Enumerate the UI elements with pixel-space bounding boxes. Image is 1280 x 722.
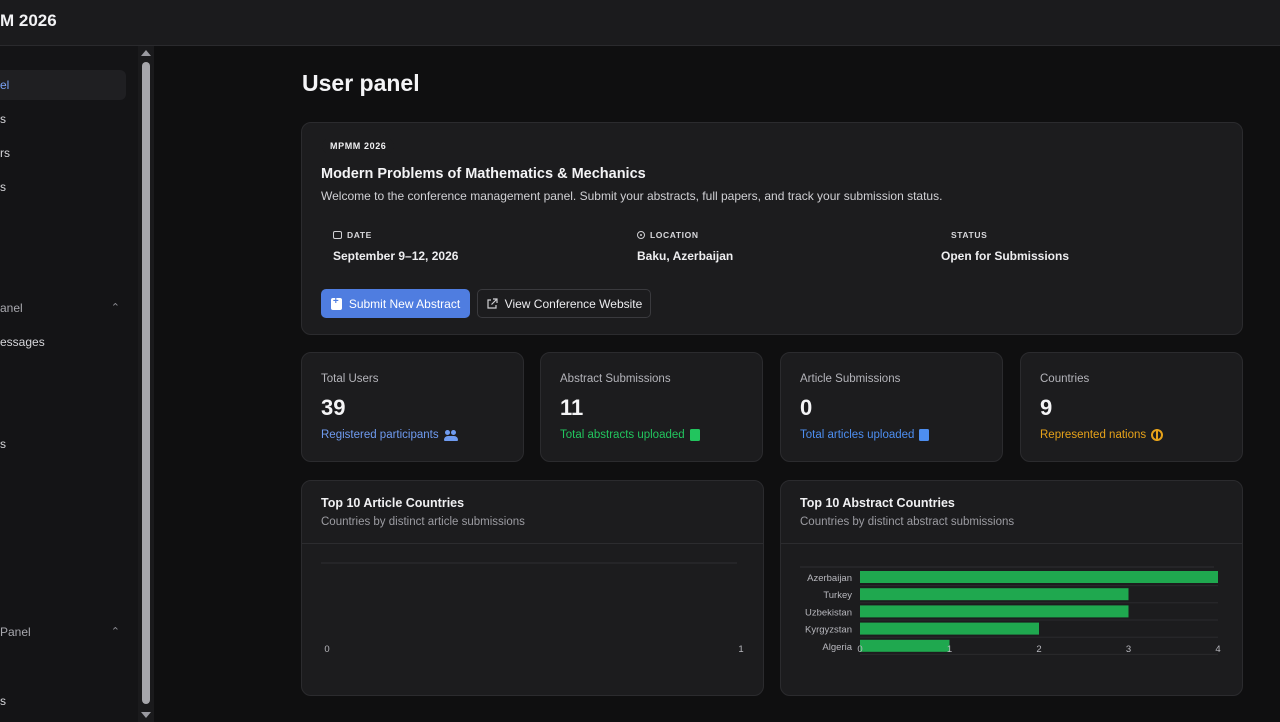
sidebar-item[interactable]: s	[0, 112, 6, 126]
location-pin-icon	[637, 231, 645, 239]
sidebar: el s rs s anel ⌃ essages s Panel ⌃ s	[0, 46, 138, 722]
stat-value: 39	[321, 395, 346, 420]
submit-new-abstract-button[interactable]: Submit New Abstract	[321, 289, 470, 318]
y-tick-label: Azerbaijan	[807, 573, 852, 584]
app-brand: M 2026	[0, 11, 57, 30]
view-conference-website-label: View Conference Website	[504, 296, 643, 311]
stat-card-countries: Countries 9 Represented nations	[1020, 352, 1243, 462]
file-icon	[689, 429, 700, 441]
calendar-icon	[333, 231, 342, 239]
x-tick-label: 0	[857, 644, 862, 655]
bar	[860, 571, 1218, 583]
file-icon	[919, 429, 930, 441]
sidebar-item[interactable]: s	[0, 180, 6, 194]
conference-date: September 9–12, 2026	[333, 249, 459, 263]
sidebar-item-label: s	[0, 437, 6, 451]
stat-card-total-users: Total Users 39 Registered participants	[301, 352, 524, 462]
globe-icon	[1151, 429, 1164, 441]
sidebar-item-label: rs	[0, 146, 10, 160]
bar	[860, 639, 950, 652]
stat-label: Abstract Submissions	[560, 373, 671, 385]
sidebar-item-label: s	[0, 694, 6, 708]
conference-tag-badge: MPMM 2026	[322, 138, 395, 154]
stat-card-abstract-submissions: Abstract Submissions 11 Total abstracts …	[540, 352, 763, 462]
date-label: DATE	[347, 230, 372, 240]
stat-subtext: Total articles uploaded	[800, 429, 930, 441]
location-label: LOCATION	[650, 230, 699, 240]
sidebar-scrollbar[interactable]	[138, 46, 154, 722]
abstract-countries-chart-card: Top 10 Abstract Countries Countries by d…	[780, 480, 1243, 696]
bar	[860, 588, 1129, 601]
sidebar-section-label: anel	[0, 301, 23, 315]
sidebar-item-user-panel[interactable]: el	[0, 70, 126, 100]
conference-status: Open for Submissions	[941, 249, 1070, 263]
bar	[860, 605, 1129, 618]
stat-label: Article Submissions	[800, 373, 901, 385]
sidebar-section-toggle[interactable]: anel ⌃	[0, 301, 120, 315]
stat-subtext: Total abstracts uploaded	[560, 429, 700, 441]
x-tick-label: 1	[738, 644, 743, 655]
x-tick-label: 1	[947, 644, 952, 655]
y-tick-label: Turkey	[823, 590, 852, 601]
sidebar-item-label: s	[0, 112, 6, 126]
stat-subtext-label: Total articles uploaded	[800, 429, 915, 441]
stat-value: 0	[800, 395, 813, 420]
stat-subtext-label: Registered participants	[321, 429, 439, 441]
x-tick-label: 2	[1036, 644, 1041, 655]
abstract-countries-chart: Azerbaijan Turkey Uzbekistan Kyrgyzstan Alge…	[800, 566, 1221, 655]
stat-subtext-label: Represented nations	[1040, 429, 1147, 441]
conference-title: Modern Problems of Mathematics & Mechani…	[321, 166, 646, 182]
sidebar-item-messages[interactable]: essages	[0, 335, 45, 349]
y-tick-label: Uzbekistan	[805, 607, 852, 618]
scroll-down-arrow-icon[interactable]	[141, 712, 151, 718]
conference-location: Baku, Azerbaijan	[637, 249, 734, 263]
conference-hero-card: MPMM 2026 Modern Problems of Mathematics…	[301, 122, 1243, 335]
chart-title: Top 10 Article Countries	[321, 496, 465, 510]
bar	[860, 622, 1039, 635]
stat-value: 11	[560, 395, 584, 420]
stat-label: Countries	[1040, 373, 1090, 385]
stat-subtext: Registered participants	[321, 429, 458, 441]
scroll-up-arrow-icon[interactable]	[141, 50, 151, 56]
chevron-up-icon: ⌃	[110, 626, 120, 638]
chart-subtitle: Countries by distinct article submission…	[321, 516, 525, 528]
stat-label: Total Users	[321, 373, 379, 385]
sidebar-item-label: el	[0, 78, 10, 92]
stat-card-article-submissions: Article Submissions 0 Total articles upl…	[780, 352, 1003, 462]
chart-title: Top 10 Abstract Countries	[800, 496, 955, 510]
users-icon	[443, 429, 458, 441]
stat-value: 9	[1040, 395, 1053, 420]
conference-location-block: LOCATION Baku, Azerbaijan	[637, 230, 733, 263]
sidebar-item[interactable]: rs	[0, 146, 10, 160]
status-label: STATUS	[951, 230, 988, 240]
sidebar-item[interactable]: s	[0, 694, 6, 708]
y-tick-label: Kyrgyzstan	[805, 625, 852, 636]
top-bar: M 2026	[0, 0, 1280, 46]
stat-subtext: Represented nations	[1040, 429, 1164, 441]
conference-status-block: STATUS Open for Submissions	[941, 230, 1069, 263]
x-tick-label: 0	[324, 644, 329, 655]
file-plus-icon	[330, 296, 342, 310]
sidebar-item-label: s	[0, 180, 6, 194]
x-tick-label: 4	[1215, 644, 1220, 655]
view-conference-website-button[interactable]: View Conference Website	[477, 289, 651, 318]
submit-new-abstract-label: Submit New Abstract	[348, 296, 461, 311]
conference-date-block: DATE September 9–12, 2026	[333, 230, 458, 263]
chart-subtitle: Countries by distinct abstract submissio…	[800, 516, 1015, 528]
sidebar-section-label: Panel	[0, 625, 31, 639]
article-countries-chart: 01	[321, 562, 744, 655]
stat-subtext-label: Total abstracts uploaded	[560, 429, 685, 441]
y-tick-label: Algeria	[822, 642, 852, 653]
external-link-icon	[487, 297, 498, 309]
article-countries-chart-card: Top 10 Article Countries Countries by di…	[301, 480, 764, 696]
x-tick-label: 3	[1126, 644, 1131, 655]
page-title: User panel	[302, 70, 420, 96]
scrollbar-thumb[interactable]	[142, 62, 150, 704]
sidebar-item-label: essages	[0, 335, 45, 349]
chevron-up-icon: ⌃	[110, 302, 120, 314]
sidebar-section-toggle[interactable]: Panel ⌃	[0, 625, 120, 639]
sidebar-item[interactable]: s	[0, 437, 6, 451]
conference-description: Welcome to the conference management pan…	[321, 189, 943, 203]
